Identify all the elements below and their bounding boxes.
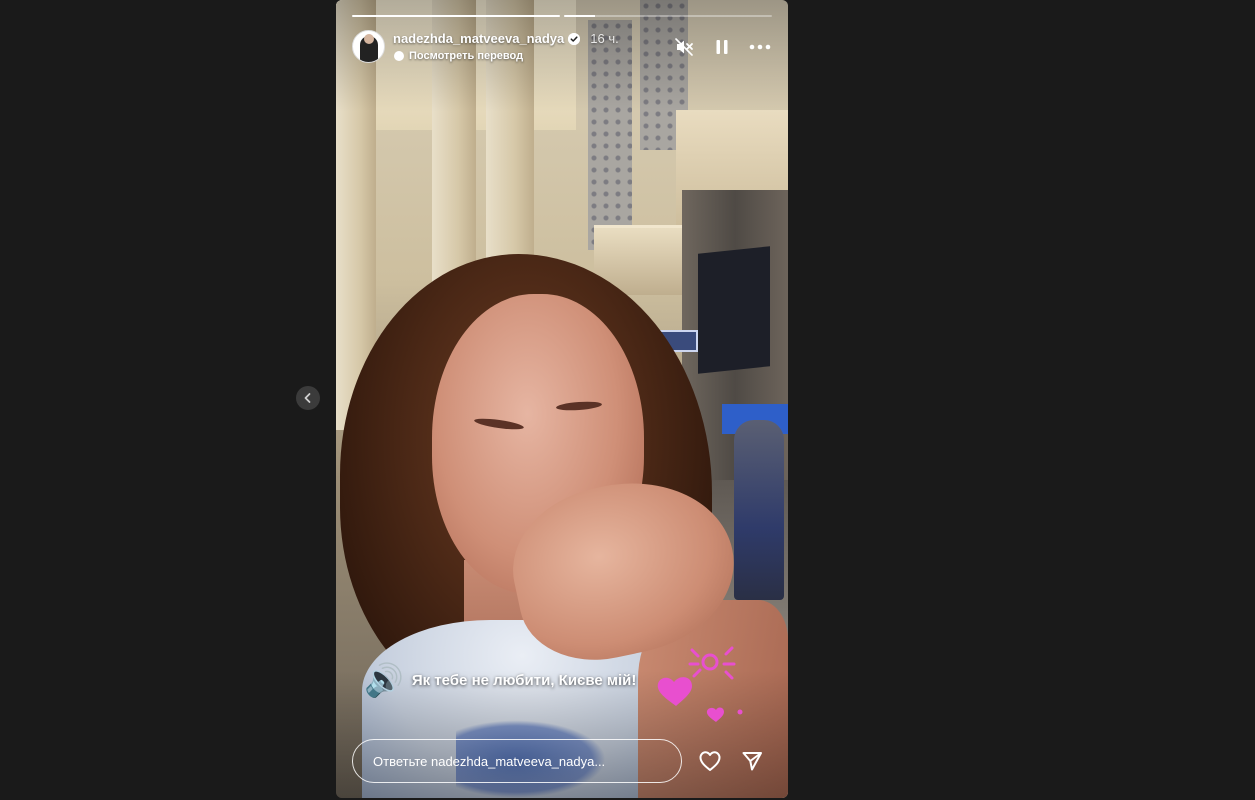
pause-button[interactable] [710, 36, 734, 58]
reply-input[interactable]: Ответьте nadezhda_matveeva_nadya... [352, 739, 682, 783]
see-translation-label: Посмотреть перевод [409, 50, 524, 62]
more-horizontal-icon [749, 44, 771, 50]
see-translation-link[interactable]: Посмотреть перевод [393, 50, 619, 62]
previous-story-button[interactable] [296, 386, 320, 410]
story-header: nadezhda_matveeva_nadya 16 ч. Посмотреть… [352, 30, 772, 66]
send-icon [742, 752, 762, 771]
more-options-button[interactable] [748, 36, 772, 58]
loudspeaker-sticker-icon: 🔊 [364, 662, 404, 698]
pause-icon [716, 40, 728, 54]
avatar[interactable] [352, 30, 385, 63]
story-card[interactable]: nadezhda_matveeva_nadya 16 ч. Посмотреть… [336, 0, 788, 798]
heart-icon [699, 751, 721, 771]
heart-sticker-icon [657, 646, 743, 722]
speaker-muted-icon [675, 38, 693, 56]
share-button[interactable] [740, 749, 764, 773]
stories-viewer: nadezhda_matveeva_nadya 16 ч. Посмотреть… [0, 0, 1255, 800]
translate-icon [394, 51, 404, 61]
mute-button[interactable] [672, 36, 696, 58]
story-caption: 🔊 Як тебе не любити, Києве мій! [364, 664, 636, 696]
caption-text: Як тебе не любити, Києве мій! [411, 671, 637, 689]
like-button[interactable] [698, 749, 722, 773]
username-link[interactable]: nadezhda_matveeva_nadya [393, 31, 564, 46]
story-timestamp: 16 ч. [590, 31, 619, 46]
progress-segment [564, 15, 772, 17]
story-progress [352, 15, 772, 17]
progress-segment [352, 15, 560, 17]
chevron-left-icon [304, 393, 311, 403]
verified-badge-icon [568, 32, 581, 45]
story-footer: Ответьте nadezhda_matveeva_nadya... [352, 739, 772, 783]
